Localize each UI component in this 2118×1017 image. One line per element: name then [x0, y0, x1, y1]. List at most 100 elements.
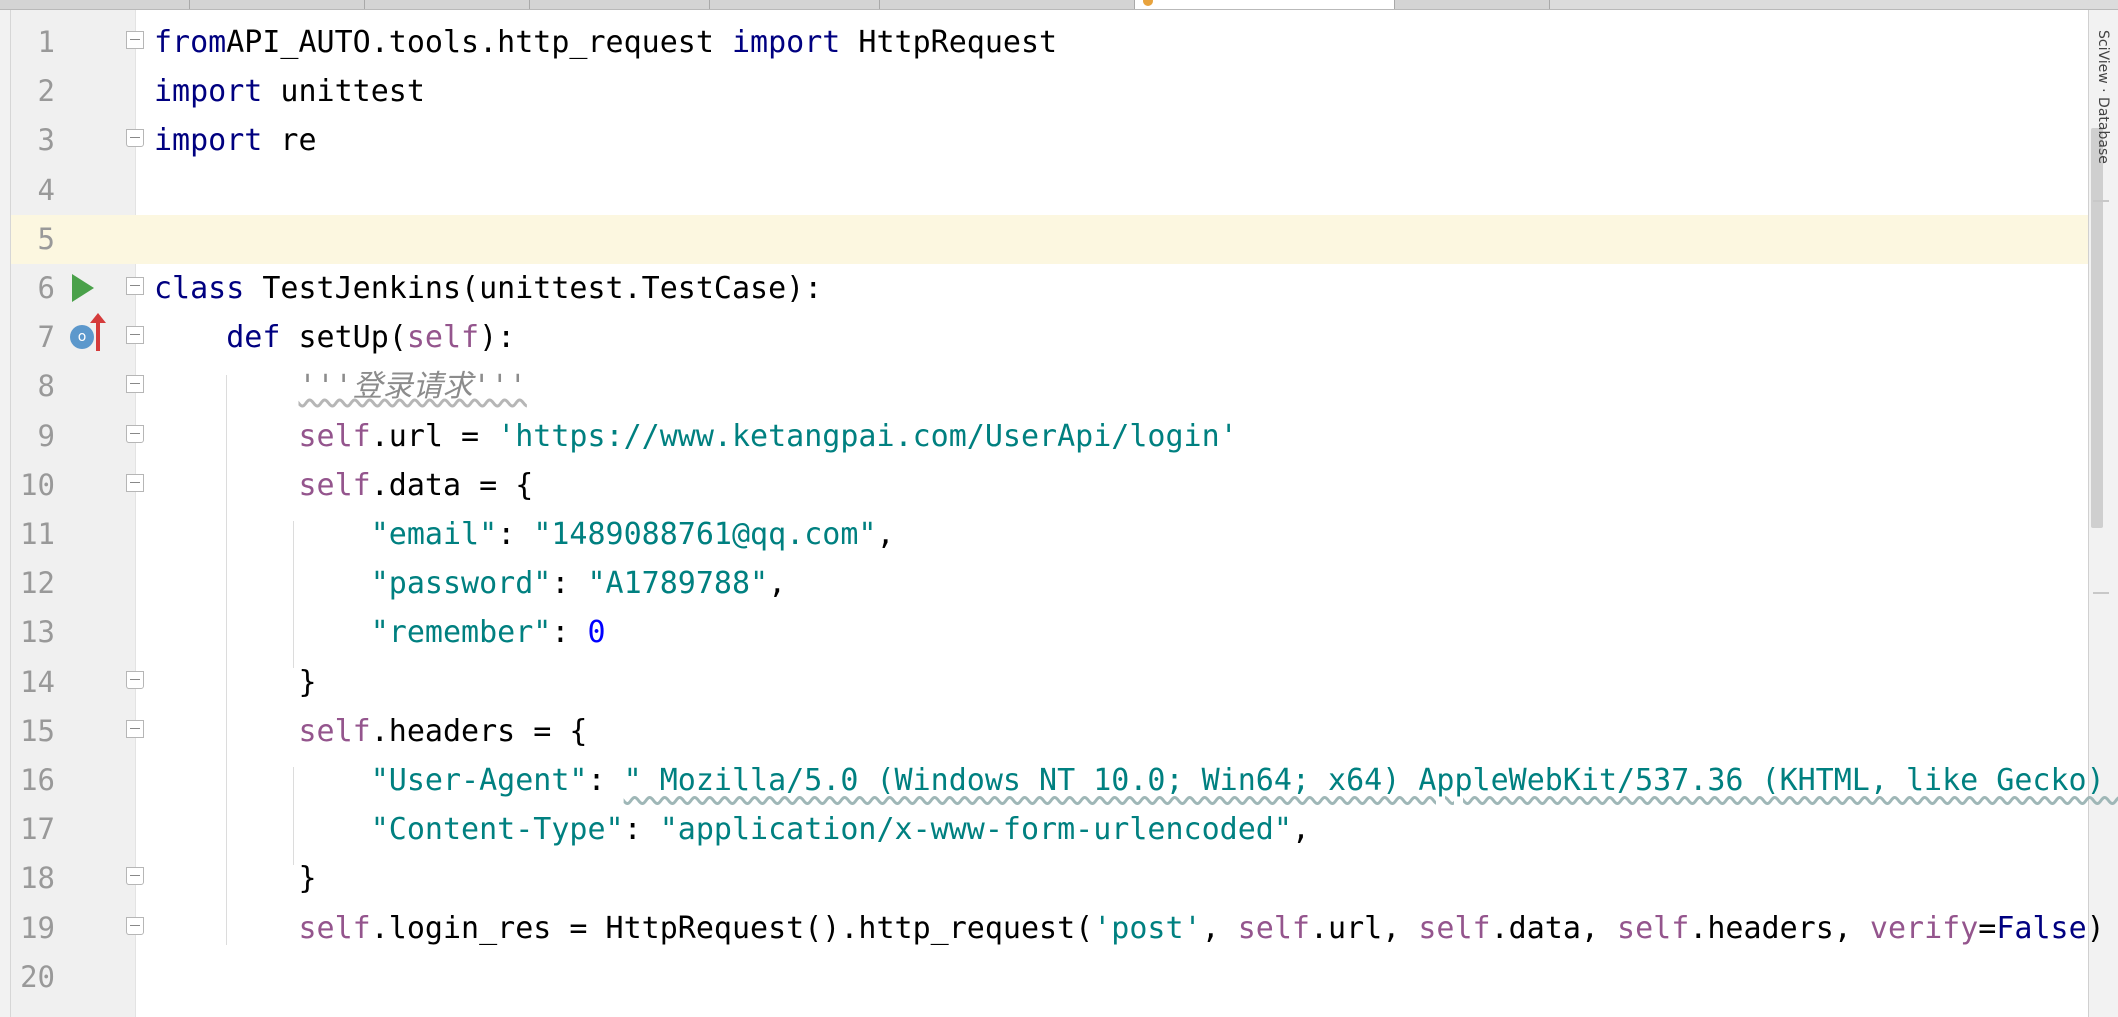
- code-token: ): [2086, 910, 2105, 946]
- code-line[interactable]: 15 self.headers = {: [0, 707, 2118, 756]
- code-text: self.login_res = HttpRequest().http_requ…: [154, 904, 2105, 953]
- code-line[interactable]: 4: [0, 166, 2118, 215]
- override-method-icon[interactable]: o: [70, 325, 94, 350]
- code-line[interactable]: 18 }: [0, 854, 2118, 903]
- code-line[interactable]: 3 import re: [0, 116, 2118, 165]
- line-number: 2: [37, 74, 55, 109]
- line-number: 17: [20, 812, 55, 847]
- code-line[interactable]: 5: [0, 214, 2118, 264]
- code-token: :: [551, 566, 588, 602]
- code-line[interactable]: 1 fromAPI_AUTO.tools.http_request import …: [0, 18, 2118, 67]
- fold-toggle-icon[interactable]: [126, 424, 144, 443]
- code-line[interactable]: 16 "User-Agent": " Mozilla/5.0 (Windows …: [0, 756, 2118, 805]
- code-token: HttpRequest: [840, 25, 1058, 60]
- code-token: setUp(: [280, 320, 407, 356]
- code-token: def: [226, 320, 281, 356]
- line-number: 16: [20, 763, 55, 797]
- code-token: self: [298, 418, 371, 454]
- code-line[interactable]: 11 "email": "1489088761@qq.com",: [0, 510, 2118, 559]
- fold-toggle-icon[interactable]: [126, 719, 144, 738]
- editor-tab-bar: [0, 0, 2118, 10]
- code-text: import unittest: [154, 67, 425, 116]
- code-text: import re: [154, 116, 317, 165]
- code-token: False: [1996, 910, 2087, 946]
- code-token: unittest: [262, 74, 425, 110]
- editor-tab[interactable]: [1395, 0, 1550, 9]
- indent-guide: [226, 375, 227, 945]
- code-line[interactable]: 7o def setUp(self):: [0, 313, 2118, 362]
- editor-tab[interactable]: [365, 0, 530, 9]
- code-token: 'https://www.ketangpai.com/UserApi/login…: [497, 418, 1238, 454]
- code-text: "Content-Type": "application/x-www-form-…: [154, 805, 1310, 854]
- code-line[interactable]: 10 self.data = {: [0, 461, 2118, 510]
- fold-toggle-icon[interactable]: [126, 129, 144, 148]
- fold-toggle-icon[interactable]: [126, 916, 144, 935]
- code-token: "Content-Type": [370, 812, 624, 848]
- goto-super-arrow-icon[interactable]: [90, 313, 106, 352]
- line-number: 11: [20, 517, 55, 551]
- fold-toggle-icon[interactable]: [126, 375, 144, 394]
- code-text: '''登录请求''': [154, 362, 527, 411]
- code-token: .headers = {: [370, 713, 588, 749]
- editor-tab[interactable]: [710, 0, 880, 9]
- code-text: "User-Agent": " Mozilla/5.0 (Windows NT …: [154, 756, 2118, 805]
- current-line-highlight: [11, 214, 2088, 264]
- code-token: :: [551, 615, 588, 651]
- code-token: 0: [587, 615, 606, 651]
- code-line[interactable]: 19 self.login_res = HttpRequest().http_r…: [0, 904, 2118, 953]
- code-token: "1489088761@qq.com": [533, 517, 877, 552]
- code-token: import: [154, 123, 263, 159]
- code-line[interactable]: 8 '''登录请求''': [0, 362, 2118, 411]
- code-line[interactable]: 17 "Content-Type": "application/x-www-fo…: [0, 805, 2118, 854]
- code-token: =: [1978, 910, 1997, 946]
- code-text: self.headers = {: [154, 707, 588, 756]
- code-token: ,: [876, 517, 895, 552]
- editor-tab[interactable]: [190, 0, 365, 9]
- code-text: "remember": 0: [154, 608, 606, 657]
- code-token: self: [1237, 910, 1310, 946]
- editor-tab-active[interactable]: [1135, 0, 1395, 9]
- line-number: 10: [20, 467, 55, 502]
- fold-toggle-icon[interactable]: [126, 670, 144, 689]
- code-token: }: [154, 861, 317, 897]
- fold-toggle-icon[interactable]: [126, 31, 144, 49]
- code-text: self.url = 'https://www.ketangpai.com/Us…: [154, 412, 1238, 461]
- code-token: re: [262, 123, 317, 159]
- code-token: "User-Agent": [370, 763, 588, 798]
- code-line[interactable]: 2 import unittest: [0, 67, 2118, 116]
- code-text: "email": "1489088761@qq.com",: [154, 510, 895, 559]
- editor-tab[interactable]: [0, 0, 190, 9]
- fold-toggle-icon[interactable]: [126, 326, 144, 345]
- code-token: from: [154, 25, 227, 60]
- code-line[interactable]: 6 class TestJenkins(unittest.TestCase):: [0, 264, 2118, 313]
- line-number: 9: [37, 418, 55, 453]
- code-line[interactable]: 20: [0, 953, 2118, 1002]
- code-line[interactable]: 9 self.url = 'https://www.ketangpai.com/…: [0, 412, 2118, 461]
- code-line[interactable]: 14 }: [0, 658, 2118, 707]
- code-token: :: [497, 517, 534, 552]
- code-text: "password": "A1789788",: [154, 559, 786, 608]
- code-token: "A1789788": [587, 566, 769, 602]
- code-token: self: [298, 467, 371, 503]
- fold-toggle-icon[interactable]: [126, 277, 144, 295]
- line-number: 15: [20, 713, 55, 748]
- line-number: 18: [20, 861, 55, 896]
- code-line[interactable]: 13 "remember": 0: [0, 608, 2118, 657]
- code-text: fromAPI_AUTO.tools.http_request import H…: [154, 18, 1057, 67]
- fold-toggle-icon[interactable]: [126, 473, 144, 492]
- editor-tab[interactable]: [880, 0, 1135, 9]
- line-number: 12: [20, 566, 55, 601]
- code-token: verify: [1869, 910, 1979, 946]
- editor-tab[interactable]: [530, 0, 710, 9]
- code-token: ,: [1201, 910, 1238, 946]
- code-line[interactable]: 12 "password": "A1789788",: [0, 559, 2118, 608]
- run-test-icon[interactable]: [72, 274, 94, 302]
- fold-toggle-icon[interactable]: [126, 867, 144, 886]
- line-number: 19: [20, 910, 55, 945]
- code-token: TestJenkins(unittest.TestCase):: [244, 271, 823, 306]
